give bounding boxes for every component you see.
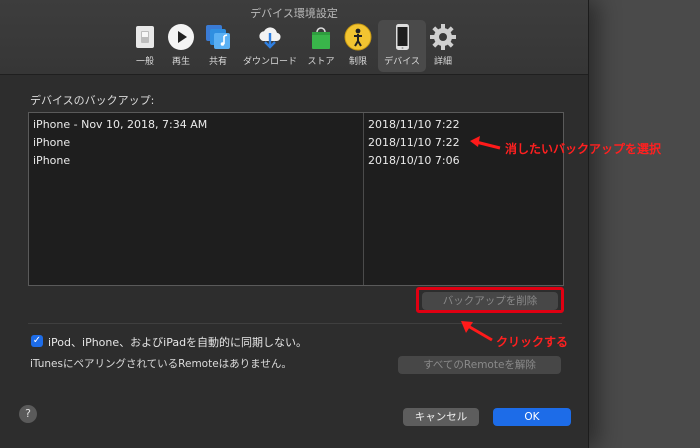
backup-date: 2018/10/10 7:06 <box>368 154 460 167</box>
switch-icon <box>136 26 154 48</box>
ok-button[interactable]: OK <box>493 408 571 426</box>
backup-name: iPhone - Nov 10, 2018, 7:34 AM <box>33 118 208 131</box>
parental-control-icon <box>344 23 372 51</box>
backups-label: デバイスのバックアップ: <box>30 94 155 107</box>
tab-label: デバイス <box>384 57 420 67</box>
tab-restrictions[interactable]: 制限 <box>335 20 381 72</box>
music-sharing-icon <box>206 25 230 49</box>
window-title: デバイス環境設定 <box>250 7 338 20</box>
title-bar: デバイス環境設定 一般 再生 共有 ダウンロード ストア 制限 デバイス 詳細 <box>0 0 588 75</box>
annotation-select-backup: 消したいバックアップを選択 <box>505 142 662 156</box>
unpair-remotes-button[interactable]: すべてのRemoteを解除 <box>398 356 561 374</box>
tab-downloads[interactable]: ダウンロード <box>241 20 299 72</box>
backup-date: 2018/11/10 7:22 <box>368 118 460 131</box>
sync-checkbox[interactable]: ✓ <box>31 335 43 347</box>
remote-status: iTunesにペアリングされているRemoteはありません。 <box>30 358 292 370</box>
cloud-download-icon <box>259 27 281 49</box>
cancel-button[interactable]: キャンセル <box>403 408 479 426</box>
tab-advanced[interactable]: 詳細 <box>420 20 466 72</box>
tab-sharing[interactable]: 共有 <box>195 20 241 72</box>
sync-checkbox-label: iPod、iPhone、およびiPadを自動的に同期しない。 <box>48 336 308 349</box>
preferences-window: デバイス環境設定 一般 再生 共有 ダウンロード ストア 制限 デバイス 詳細 … <box>0 0 589 448</box>
backup-name: iPhone <box>33 136 71 149</box>
gear-icon <box>430 24 456 50</box>
tab-label: 制限 <box>348 57 367 67</box>
backup-name: iPhone <box>33 154 71 167</box>
iphone-icon <box>396 24 409 50</box>
annotation-highlight-box <box>416 287 564 313</box>
play-icon <box>168 24 194 50</box>
tab-devices[interactable]: デバイス <box>378 20 426 72</box>
tab-label: ダウンロード <box>242 57 297 67</box>
annotation-arrow-icon <box>461 321 493 342</box>
tab-label: 詳細 <box>433 57 452 67</box>
table-row[interactable]: iPhone - Nov 10, 2018, 7:34 AM 2018/11/1… <box>29 116 563 134</box>
shopping-bag-icon <box>312 27 330 49</box>
tab-label: 共有 <box>208 57 227 67</box>
help-button[interactable]: ? <box>19 405 37 423</box>
backup-date: 2018/11/10 7:22 <box>368 136 460 149</box>
annotation-click: クリックする <box>496 335 569 349</box>
annotation-arrow-icon <box>470 136 501 150</box>
